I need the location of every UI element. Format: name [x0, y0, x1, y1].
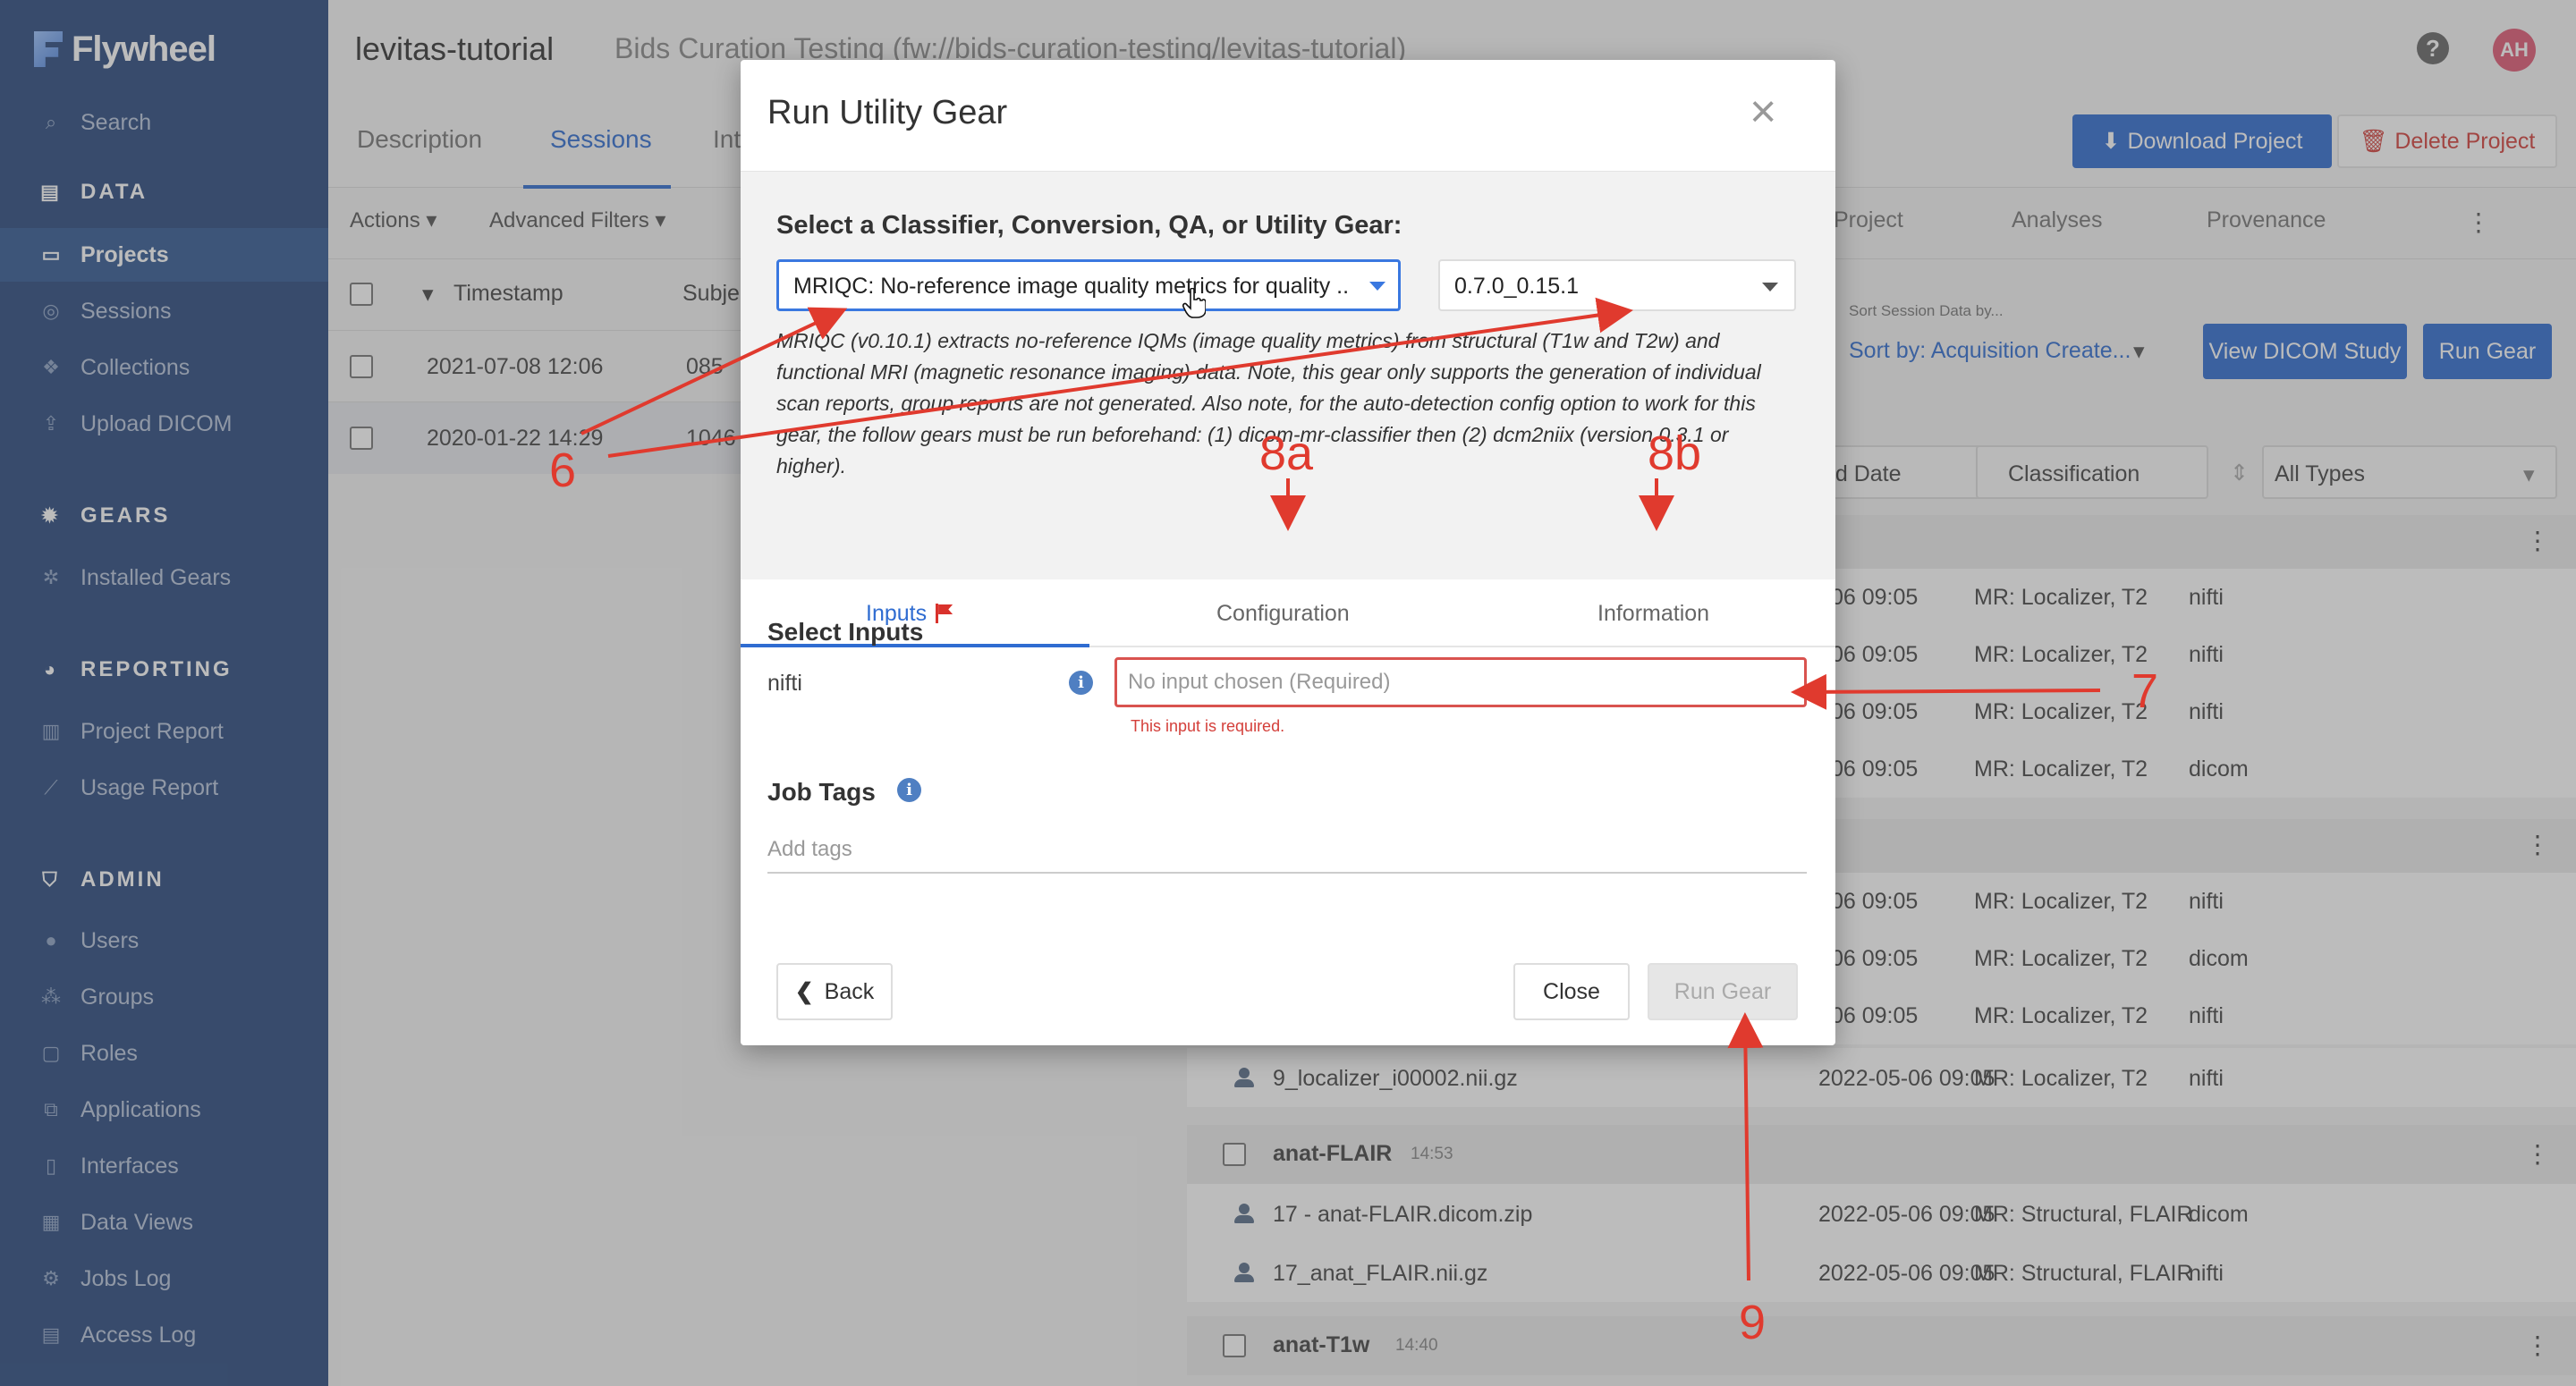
- annotation-arrow-6-gear: [580, 307, 848, 435]
- annotation-label-9: 9: [1739, 1296, 1767, 1349]
- annotation-arrow-6-version: [607, 297, 1633, 458]
- annotation-layer: [580, 297, 2101, 1281]
- annotation-label-6: 6: [549, 444, 577, 497]
- annotation-arrow-9: [1727, 1012, 1764, 1281]
- annotation-label-8b: 8b: [1648, 427, 1702, 480]
- annotation-label-8a: 8a: [1259, 427, 1314, 480]
- annotation-label-7: 7: [2131, 664, 2159, 718]
- annotation-arrow-7: [1791, 673, 2101, 710]
